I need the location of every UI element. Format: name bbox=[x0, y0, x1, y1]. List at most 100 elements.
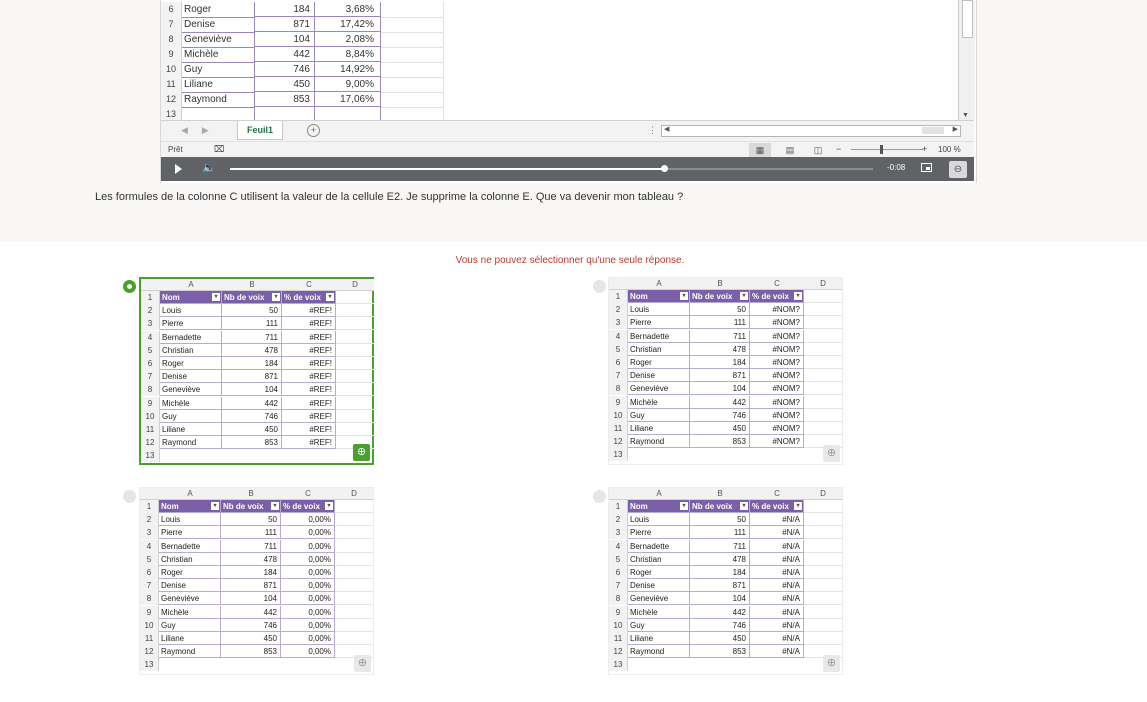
sheet-nav-arrows-icon[interactable]: ◀▶ bbox=[181, 125, 223, 136]
cell-votes: 450 bbox=[690, 422, 750, 435]
cell-empty[interactable] bbox=[381, 62, 444, 78]
cell-name[interactable]: Geneviève bbox=[182, 32, 255, 48]
zoom-in-icon[interactable]: ⊕ bbox=[354, 655, 371, 672]
row-number[interactable]: 10 bbox=[161, 62, 182, 78]
row-number[interactable]: 6 bbox=[161, 2, 182, 18]
cell-name: Liliane bbox=[628, 422, 690, 435]
zoom-out-icon[interactable]: ⊖ bbox=[949, 161, 967, 178]
row-number[interactable]: 9 bbox=[161, 47, 182, 63]
cell-votes: 871 bbox=[222, 370, 282, 384]
cell-empty bbox=[804, 579, 842, 593]
cell-pct: #REF! bbox=[282, 370, 336, 384]
cell-empty[interactable] bbox=[381, 77, 444, 93]
volume-icon[interactable]: 🔈 bbox=[202, 161, 216, 174]
answer-option-4[interactable]: A B C D 1 Nom ▾ Nb de voix ▾% de voix ▾ 2 Louis 50 #N… bbox=[608, 487, 843, 675]
cell-votes: 104 bbox=[690, 382, 750, 396]
row-number[interactable]: 7 bbox=[161, 17, 182, 33]
table-row: 6 Roger 184 #NOM? bbox=[609, 356, 842, 369]
cell-pct[interactable]: 8,84% bbox=[315, 47, 381, 62]
cell-name[interactable]: Denise bbox=[182, 17, 255, 33]
cell-empty[interactable] bbox=[381, 32, 444, 48]
page-break-view-icon[interactable]: ◫ bbox=[807, 143, 829, 157]
cell-empty[interactable] bbox=[381, 2, 444, 18]
zoom-out-button[interactable]: − bbox=[836, 144, 841, 154]
answer-option-3[interactable]: A B C D 1 Nom ▾ Nb de voix ▾% de voix ▾ 2 Louis 50 0,… bbox=[139, 487, 374, 675]
cell-votes[interactable]: 871 bbox=[255, 17, 315, 32]
play-icon[interactable] bbox=[175, 164, 182, 174]
table-row: 10 Guy 746 0,00% bbox=[140, 618, 373, 632]
zoom-in-button[interactable]: + bbox=[922, 144, 927, 154]
page-layout-view-icon[interactable]: ▤ bbox=[779, 143, 801, 157]
header-cell: Nb de voix ▾ bbox=[690, 290, 750, 303]
cell-votes[interactable]: 104 bbox=[255, 32, 315, 47]
cell-name[interactable]: Raymond bbox=[182, 92, 255, 108]
cell-empty bbox=[804, 632, 842, 645]
row-number: 6 bbox=[140, 566, 159, 579]
row-number: 3 bbox=[609, 316, 628, 330]
picture-in-picture-icon[interactable] bbox=[921, 163, 932, 172]
video-progress-knob[interactable] bbox=[661, 165, 669, 172]
row-number[interactable]: 8 bbox=[161, 32, 182, 48]
zoom-in-icon[interactable]: ⊕ bbox=[823, 655, 840, 672]
scroll-left-arrow-icon[interactable]: ◀ bbox=[664, 125, 669, 133]
cell-name[interactable]: Liliane bbox=[182, 77, 255, 93]
cell-pct: #N/A bbox=[750, 618, 804, 632]
cell-votes[interactable]: 450 bbox=[255, 77, 315, 92]
cell-votes: 184 bbox=[690, 566, 750, 579]
scroll-thumb[interactable] bbox=[962, 0, 973, 38]
row-number: 7 bbox=[609, 579, 628, 593]
cell-empty[interactable] bbox=[381, 92, 444, 108]
cell-votes[interactable]: 442 bbox=[255, 47, 315, 62]
cell-votes[interactable]: 184 bbox=[255, 2, 315, 17]
cell-pct[interactable]: 3,68% bbox=[315, 2, 381, 17]
sheet-tab[interactable]: Feuil1 bbox=[237, 121, 283, 140]
cell-votes: 853 bbox=[690, 645, 750, 659]
cell-name: Bernadette bbox=[628, 539, 690, 553]
cell-pct[interactable]: 17,06% bbox=[315, 92, 381, 107]
answer-radio-2[interactable] bbox=[593, 280, 606, 293]
zoom-level[interactable]: 100 % bbox=[938, 145, 961, 154]
answer-option-2[interactable]: A B C D 1 Nom ▾ Nb de voix ▾% de voix ▾ 2 Louis 50 #N… bbox=[608, 277, 843, 465]
vertical-scrollbar[interactable]: ▼ bbox=[958, 0, 975, 120]
horizontal-scroll-thumb[interactable] bbox=[922, 127, 944, 134]
scroll-right-arrow-icon[interactable]: ▶ bbox=[953, 125, 958, 133]
answer-radio-1[interactable] bbox=[123, 280, 136, 293]
cell-name[interactable]: Guy bbox=[182, 62, 255, 78]
cell-name: Denise bbox=[159, 579, 221, 593]
row-number[interactable]: 11 bbox=[161, 77, 182, 93]
cell-name[interactable]: Michèle bbox=[182, 47, 255, 63]
cell-name: Christian bbox=[628, 342, 690, 356]
answer-radio-3[interactable] bbox=[123, 490, 136, 503]
answer-option-1[interactable]: A B C D 1 Nom ▾ Nb de voix ▾% de voix ▾ 2 Louis 50 #R… bbox=[139, 277, 374, 465]
cell-empty bbox=[335, 619, 373, 632]
cell-votes[interactable]: 746 bbox=[255, 62, 315, 77]
zoom-slider[interactable] bbox=[851, 149, 923, 150]
splitter-icon[interactable]: ⋮ bbox=[648, 125, 657, 136]
answer-radio-4[interactable] bbox=[593, 490, 606, 503]
cell-name: Christian bbox=[159, 552, 221, 566]
normal-view-icon[interactable]: ▦ bbox=[749, 143, 771, 157]
zoom-in-icon[interactable]: ⊕ bbox=[353, 444, 370, 461]
cell-name[interactable]: Roger bbox=[182, 2, 255, 18]
cell-pct[interactable]: 14,92% bbox=[315, 62, 381, 77]
video-progress-bar[interactable] bbox=[230, 165, 873, 172]
filter-dropdown-icon: ▾ bbox=[271, 502, 279, 510]
cell-empty[interactable] bbox=[381, 47, 444, 63]
row-number[interactable]: 12 bbox=[161, 92, 182, 108]
scroll-down-arrow-icon[interactable]: ▼ bbox=[962, 112, 969, 119]
header-label: Nb de voix bbox=[223, 502, 264, 511]
zoom-slider-thumb[interactable] bbox=[880, 145, 883, 154]
cell-name: Guy bbox=[628, 618, 690, 632]
cell-pct[interactable]: 9,00% bbox=[315, 77, 381, 92]
add-sheet-icon[interactable]: + bbox=[307, 124, 320, 137]
cell-pct[interactable]: 2,08% bbox=[315, 32, 381, 47]
cell-empty bbox=[804, 500, 842, 513]
horizontal-scrollbar[interactable]: ◀ ▶ bbox=[661, 125, 961, 137]
cell-empty[interactable] bbox=[381, 17, 444, 33]
cell-votes: 478 bbox=[690, 552, 750, 566]
excel-sheet-preview: 6 Roger 184 3,68% 7 Denise 871 17,42% 8 Geneviève… bbox=[161, 0, 958, 123]
cell-pct[interactable]: 17,42% bbox=[315, 17, 381, 32]
zoom-in-icon[interactable]: ⊕ bbox=[823, 445, 840, 462]
cell-empty bbox=[804, 513, 842, 527]
cell-votes[interactable]: 853 bbox=[255, 92, 315, 107]
